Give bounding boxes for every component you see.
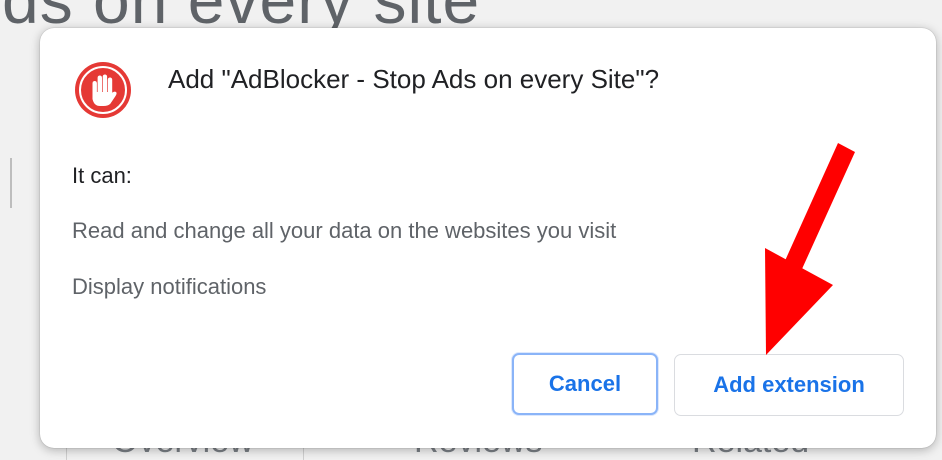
background-divider — [10, 158, 12, 208]
add-extension-dialog: Add "AdBlocker - Stop Ads on every Site"… — [40, 28, 936, 448]
cancel-button[interactable]: Cancel — [512, 353, 658, 415]
add-extension-button[interactable]: Add extension — [674, 354, 904, 416]
permission-item: Display notifications — [72, 274, 267, 299]
permission-item: Read and change all your data on the web… — [72, 218, 617, 243]
dialog-title: Add "AdBlocker - Stop Ads on every Site"… — [168, 64, 660, 94]
permissions-intro: It can: — [72, 163, 132, 188]
adblocker-hand-icon — [75, 62, 131, 118]
